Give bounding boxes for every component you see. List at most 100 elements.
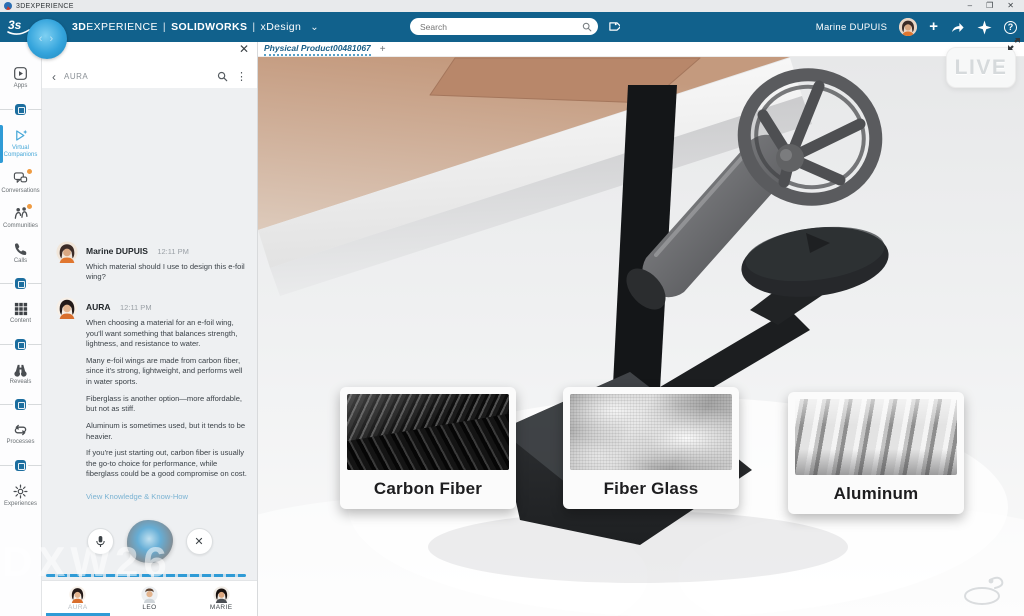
user-avatar[interactable] xyxy=(899,18,917,36)
add-content-button[interactable]: + xyxy=(929,20,938,34)
material-label: Carbon Fiber xyxy=(347,470,509,508)
message-time: 12:11 PM xyxy=(120,303,152,312)
minimize-button[interactable]: – xyxy=(968,0,972,12)
sidebar-item-experiences[interactable]: Experiences xyxy=(0,484,42,509)
brand-solidworks: SOLIDWORKS xyxy=(171,21,247,33)
message-list: Marine DUPUIS 12:11 PM Which material sh… xyxy=(42,88,257,510)
user-name[interactable]: Marine DUPUIS xyxy=(816,22,887,33)
close-panel-button[interactable]: ✕ xyxy=(239,42,249,56)
compass-icon[interactable] xyxy=(977,20,992,35)
kebab-menu-icon[interactable]: ⋮ xyxy=(236,70,247,83)
brand-3d: 3D xyxy=(72,21,86,33)
os-titlebar: 3DEXPERIENCE – ❐ ✕ xyxy=(0,0,1024,12)
sidebar-item-processes[interactable]: Processes xyxy=(0,423,42,447)
app-shortcut-badge[interactable] xyxy=(15,104,26,115)
message-paragraph: Fiberglass is another option—more afford… xyxy=(86,394,247,415)
material-card-carbon-fiber[interactable]: Carbon Fiber xyxy=(340,387,516,509)
expand-viewport-icon[interactable] xyxy=(1007,37,1021,51)
share-button[interactable] xyxy=(950,21,965,34)
app-shortcut-badge[interactable] xyxy=(15,460,26,471)
participant-tab-aura[interactable]: AURA xyxy=(42,581,114,616)
sidebar-item-calls[interactable]: Calls xyxy=(0,242,42,266)
microphone-icon xyxy=(95,535,106,548)
fiber-glass-texture-image xyxy=(570,394,732,470)
reveals-icon xyxy=(13,363,28,377)
sidebar-item-apps[interactable]: Apps xyxy=(0,66,42,91)
aura-voice-blob[interactable] xyxy=(127,520,173,563)
message-paragraph: Aluminum is sometimes used, but it tends… xyxy=(86,421,247,442)
sidebar-shortcut-divider[interactable] xyxy=(0,104,42,115)
message-paragraph: Many e-foil wings are made from carbon f… xyxy=(86,356,247,388)
aluminum-texture-image xyxy=(795,399,957,475)
chat-panel: ✕ ‹ AURA ⋮ Marine DUPUIS 12:11 PM xyxy=(42,42,258,616)
chat-header: ✕ ‹ AURA ⋮ xyxy=(42,42,257,88)
search-input[interactable] xyxy=(420,22,582,32)
participant-tab-leo[interactable]: LEO xyxy=(114,581,186,616)
sidebar-item-conversations[interactable]: Conversations xyxy=(0,171,42,196)
document-tab[interactable]: Physical Product00481067 xyxy=(264,43,371,56)
sidebar-item-reveals[interactable]: Reveals xyxy=(0,363,42,387)
search-icon xyxy=(582,22,592,32)
avatar xyxy=(69,586,86,603)
participant-tab-marie[interactable]: MARIE xyxy=(185,581,257,616)
carbon-fiber-texture-image xyxy=(347,394,509,470)
chevron-down-icon[interactable]: ⌄ xyxy=(310,22,319,33)
experiences-icon xyxy=(13,484,28,499)
avatar xyxy=(141,586,158,603)
app-shortcut-badge[interactable] xyxy=(15,399,26,410)
sidebar-shortcut-divider[interactable] xyxy=(0,278,42,289)
sidebar-item-content[interactable]: Content xyxy=(0,302,42,326)
avatar xyxy=(56,241,78,289)
app-shortcut-badge[interactable] xyxy=(15,278,26,289)
microphone-button[interactable] xyxy=(87,528,114,555)
notification-dot xyxy=(26,203,33,210)
progress-bar xyxy=(46,574,246,577)
app-shortcut-badge[interactable] xyxy=(15,339,26,350)
viewport: Carbon Fiber Fiber Glass Aluminum xyxy=(258,57,1024,616)
sidebar-item-communities[interactable]: Communities xyxy=(0,206,42,231)
global-search[interactable] xyxy=(410,18,598,35)
maximize-button[interactable]: ❐ xyxy=(986,0,993,12)
brand-experience: EXPERIENCE xyxy=(86,21,158,33)
calls-icon xyxy=(14,242,28,256)
tag-icon[interactable] xyxy=(607,20,620,33)
navigation-compass-icon[interactable] xyxy=(957,570,1009,612)
brand-xdesign: xDesign xyxy=(261,21,302,33)
back-icon[interactable]: ‹ xyxy=(52,72,56,82)
message-time: 12:11 PM xyxy=(157,247,189,256)
content-icon xyxy=(14,302,28,316)
app-window: 3DEXPERIENCE – ❐ ✕ 3s 3DEXPERIENCE | SOL… xyxy=(0,0,1024,616)
window-title: 3DEXPERIENCE xyxy=(16,3,74,10)
conversation-name: AURA xyxy=(64,72,88,81)
participant-tabs: AURA LEO MARIE xyxy=(42,580,257,616)
session-progress xyxy=(42,572,257,580)
material-card-aluminum[interactable]: Aluminum xyxy=(788,392,964,514)
close-window-button[interactable]: ✕ xyxy=(1007,0,1014,12)
new-tab-button[interactable]: + xyxy=(380,44,386,55)
chat-message: AURA 12:11 PM When choosing a material f… xyxy=(42,291,257,506)
message-author: AURA xyxy=(86,302,111,312)
aura-orb-button[interactable] xyxy=(27,19,67,59)
sidebar-item-virtual-companions[interactable]: Virtual Companions xyxy=(0,128,42,160)
brand-bar[interactable]: 3DEXPERIENCE | SOLIDWORKS | xDesign ⌄ xyxy=(72,12,319,42)
virtual-companions-icon xyxy=(13,128,29,143)
message-paragraph: When choosing a material for an e-foil w… xyxy=(86,318,247,350)
close-voice-button[interactable]: ✕ xyxy=(186,528,213,555)
app-header: 3s 3DEXPERIENCE | SOLIDWORKS | xDesign ⌄… xyxy=(0,12,1024,42)
sidebar-shortcut-divider[interactable] xyxy=(0,399,42,410)
material-label: Fiber Glass xyxy=(570,470,732,508)
app-logo-icon xyxy=(4,2,12,10)
help-button[interactable]: ? xyxy=(1004,21,1017,34)
sidebar-shortcut-divider[interactable] xyxy=(0,339,42,350)
message-paragraph: Which material should I use to design th… xyxy=(86,262,247,283)
material-card-fiber-glass[interactable]: Fiber Glass xyxy=(563,387,739,509)
left-sidebar: Apps Virtual Companions Conversations Co… xyxy=(0,42,42,616)
3d-viewport[interactable] xyxy=(258,57,1024,616)
document-tabbar: Physical Product00481067 + xyxy=(258,42,1024,57)
message-author: Marine DUPUIS xyxy=(86,246,148,256)
chat-search-icon[interactable] xyxy=(217,71,228,82)
voice-controls: ✕ xyxy=(42,510,257,572)
sidebar-shortcut-divider[interactable] xyxy=(0,460,42,471)
knowledge-link[interactable]: View Knowledge & Know-How xyxy=(86,492,188,501)
avatar xyxy=(213,586,230,603)
